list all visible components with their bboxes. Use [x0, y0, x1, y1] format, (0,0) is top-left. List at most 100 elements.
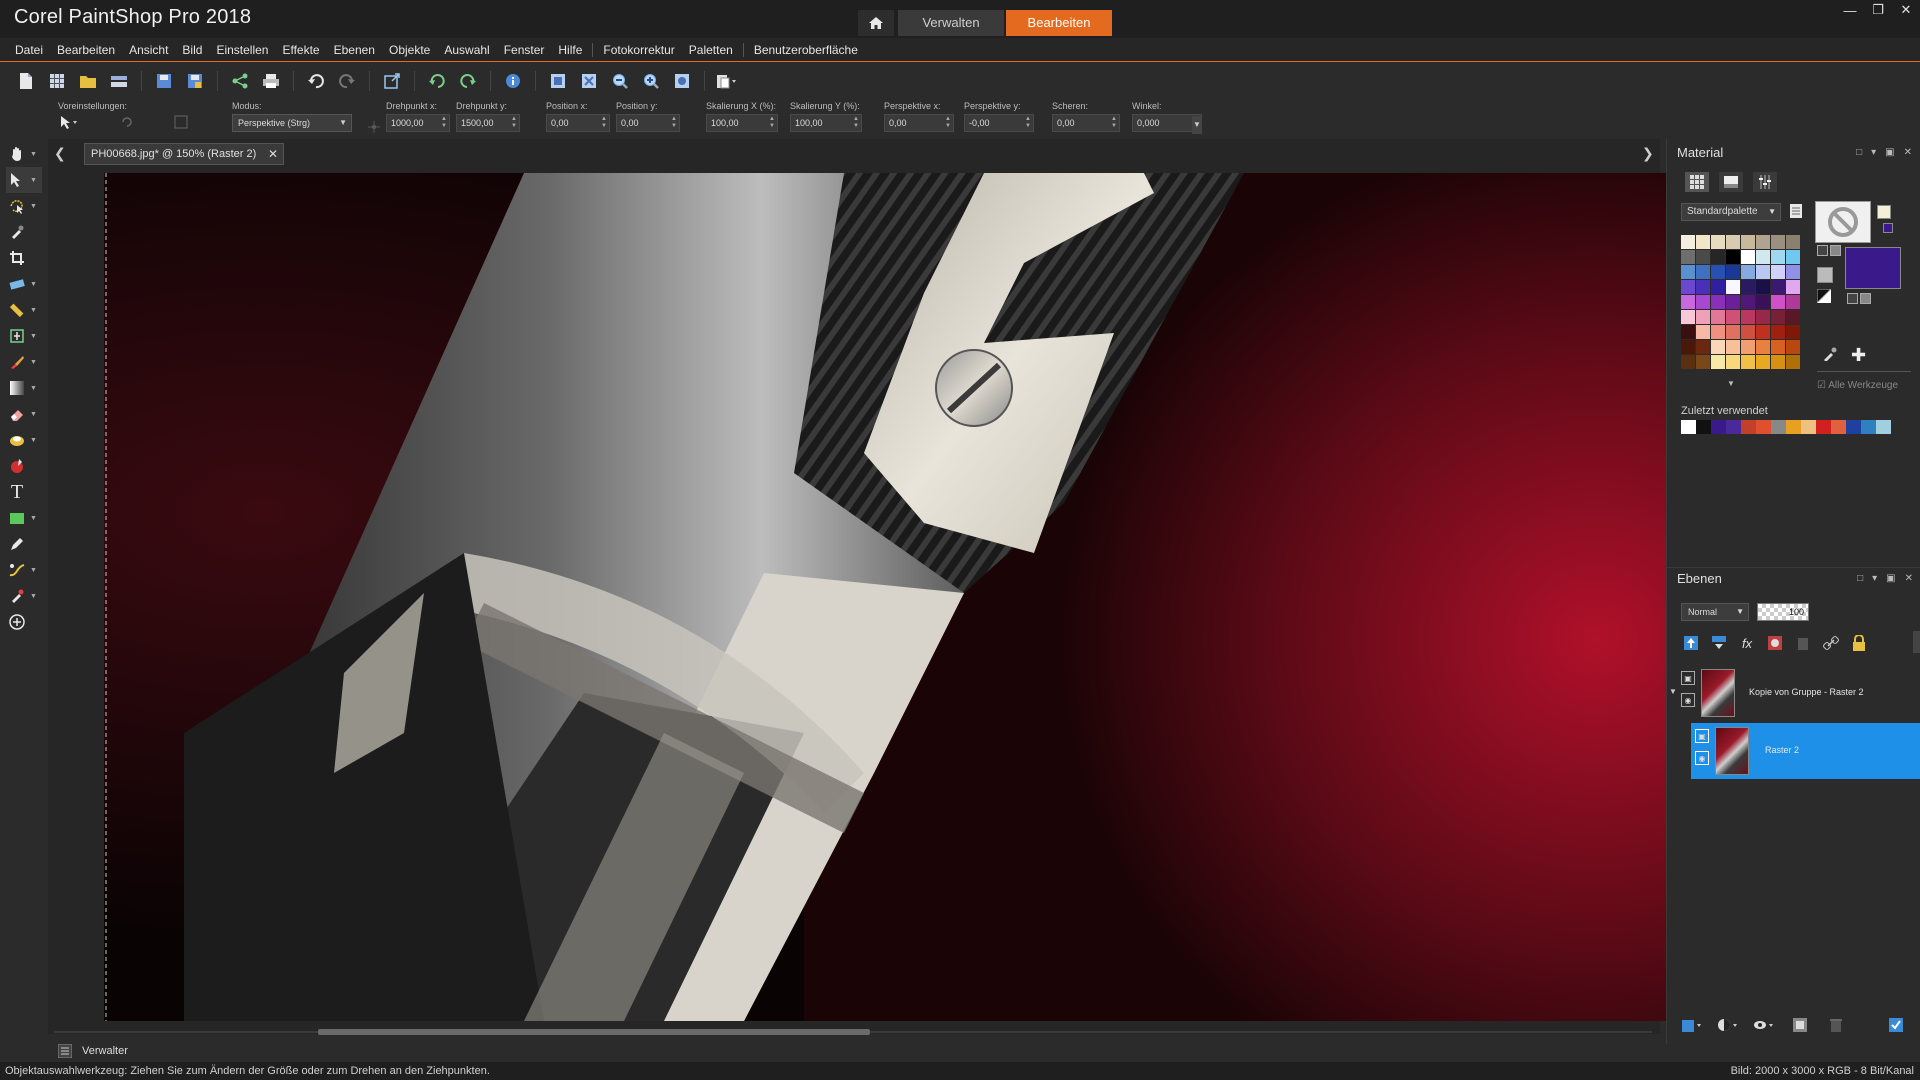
- visibility-icon[interactable]: ◉: [1695, 751, 1709, 765]
- color-swatch[interactable]: [1786, 250, 1800, 264]
- color-swatch[interactable]: [1786, 235, 1800, 249]
- spinner-icon[interactable]: ▲▼: [671, 116, 677, 130]
- new-raster-layer-icon[interactable]: [1681, 1015, 1703, 1035]
- color-swatch[interactable]: [1726, 310, 1740, 324]
- color-swatch[interactable]: [1711, 250, 1725, 264]
- tool-red-eye[interactable]: [6, 453, 42, 479]
- color-swatch[interactable]: [1726, 250, 1740, 264]
- style-icon[interactable]: [1847, 293, 1858, 304]
- position-x-input[interactable]: 0,00 ▲ ▼: [546, 114, 610, 132]
- recent-color-swatch[interactable]: [1681, 420, 1696, 434]
- grid-icon[interactable]: [45, 69, 69, 93]
- grid-snap-icon[interactable]: [174, 115, 188, 132]
- paste-icon[interactable]: [715, 69, 739, 93]
- color-tab[interactable]: [1719, 172, 1743, 192]
- recent-color-swatch[interactable]: [1696, 420, 1711, 434]
- color-swatch[interactable]: [1711, 235, 1725, 249]
- pivot-y-input[interactable]: 1500,00 ▲ ▼: [456, 114, 520, 132]
- color-swatch[interactable]: [1681, 235, 1695, 249]
- tab-bearbeiten[interactable]: Bearbeiten: [1006, 10, 1112, 36]
- recent-color-swatch[interactable]: [1876, 420, 1891, 434]
- maximize-icon[interactable]: □: [1856, 147, 1862, 158]
- pivot-x-input[interactable]: 1000,00 ▲ ▼: [386, 114, 450, 132]
- preset-pick-icon[interactable]: [58, 114, 80, 133]
- chevron-down-icon[interactable]: ▾: [1871, 147, 1876, 158]
- layer-row[interactable]: ▣ ◉ Raster 2: [1691, 723, 1920, 779]
- spinner-icon[interactable]: ▲▼: [1025, 116, 1031, 130]
- color-swatch[interactable]: [1771, 235, 1785, 249]
- image-canvas[interactable]: [104, 173, 1704, 1021]
- fit-window-icon[interactable]: [577, 69, 601, 93]
- center-pivot-icon[interactable]: [368, 121, 380, 136]
- menu-fenster[interactable]: Fenster: [497, 43, 552, 57]
- horizontal-scrollbar[interactable]: [54, 1027, 1652, 1037]
- color-swatch[interactable]: [1681, 355, 1695, 369]
- recent-color-swatch[interactable]: [1726, 420, 1741, 434]
- zoom-out-icon[interactable]: [608, 69, 632, 93]
- color-swatch[interactable]: [1741, 310, 1755, 324]
- new-icon[interactable]: [14, 69, 38, 93]
- dropper-icon[interactable]: [1823, 347, 1837, 364]
- color-swatch[interactable]: [1681, 325, 1695, 339]
- color-swatch[interactable]: [1741, 250, 1755, 264]
- recent-color-swatch[interactable]: [1711, 420, 1726, 434]
- fit-icon[interactable]: [546, 69, 570, 93]
- color-swatch[interactable]: [1711, 265, 1725, 279]
- color-swatch[interactable]: [1711, 295, 1725, 309]
- background-color-chip[interactable]: [1883, 223, 1893, 233]
- palette-menu-icon[interactable]: [1789, 203, 1803, 222]
- swap-colors-icon[interactable]: [1817, 267, 1833, 283]
- new-layer-icon[interactable]: [1681, 633, 1701, 653]
- color-swatch[interactable]: [1696, 355, 1710, 369]
- opacity-input[interactable]: 100: [1757, 603, 1809, 621]
- color-swatch[interactable]: [1741, 265, 1755, 279]
- layer-row[interactable]: ▼ ▣ ◉ Kopie von Gruppe - Raster 2: [1667, 665, 1920, 721]
- color-swatch[interactable]: [1741, 355, 1755, 369]
- menu-einstellen[interactable]: Einstellen: [209, 43, 275, 57]
- color-swatch[interactable]: [1696, 280, 1710, 294]
- color-swatch[interactable]: [1711, 355, 1725, 369]
- tool-shape[interactable]: ▼: [6, 505, 42, 531]
- recent-color-swatch[interactable]: [1846, 420, 1861, 434]
- tool-selection[interactable]: ▼: [6, 193, 42, 219]
- menu-hilfe[interactable]: Hilfe: [551, 43, 589, 57]
- color-swatch[interactable]: [1681, 340, 1695, 354]
- reset-colors-icon[interactable]: [1816, 288, 1833, 306]
- spinner-icon[interactable]: ▲▼: [769, 116, 775, 130]
- delete-layer-icon[interactable]: [1793, 633, 1813, 653]
- tool-straighten[interactable]: ▼: [6, 271, 42, 297]
- layer-down-icon[interactable]: [1709, 633, 1729, 653]
- color-swatch[interactable]: [1756, 295, 1770, 309]
- blend-mode-select[interactable]: Normal ▼: [1681, 603, 1749, 621]
- redo-icon[interactable]: [335, 69, 359, 93]
- menu-bearbeiten[interactable]: Bearbeiten: [50, 43, 122, 57]
- verwalter-button[interactable]: Verwalter: [52, 1042, 152, 1060]
- perspective-x-input[interactable]: 0,00 ▲ ▼: [884, 114, 954, 132]
- actual-size-icon[interactable]: [670, 69, 694, 93]
- scale-y-input[interactable]: 100,00 ▲ ▼: [790, 114, 862, 132]
- recent-color-swatch[interactable]: [1771, 420, 1786, 434]
- restore-icon[interactable]: ❐: [1870, 2, 1886, 18]
- maximize-icon[interactable]: □: [1857, 573, 1863, 584]
- mode-select[interactable]: Perspektive (Strg) ▼: [232, 114, 352, 132]
- menu-effekte[interactable]: Effekte: [275, 43, 326, 57]
- tool-clone[interactable]: ▼: [6, 583, 42, 609]
- menu-ebenen[interactable]: Ebenen: [327, 43, 382, 57]
- panel-scroll-handle[interactable]: [1913, 631, 1920, 653]
- mixer-tab[interactable]: [1753, 172, 1777, 192]
- tool-ruler[interactable]: ▼: [6, 297, 42, 323]
- color-swatch[interactable]: [1756, 325, 1770, 339]
- menu-objekte[interactable]: Objekte: [382, 43, 437, 57]
- tool-warp[interactable]: ▼: [6, 557, 42, 583]
- spinner-icon[interactable]: ▲▼: [1111, 116, 1117, 130]
- recent-color-swatch[interactable]: [1816, 420, 1831, 434]
- menu-bild[interactable]: Bild: [175, 43, 209, 57]
- mask-layer-icon[interactable]: [1753, 1015, 1775, 1035]
- adjustment-layer-icon[interactable]: [1717, 1015, 1739, 1035]
- menu-ansicht[interactable]: Ansicht: [122, 43, 175, 57]
- color-swatch[interactable]: [1756, 310, 1770, 324]
- spinner-icon[interactable]: ▲▼: [441, 116, 447, 130]
- visibility-icon[interactable]: ◉: [1681, 693, 1695, 707]
- palette-select[interactable]: Standardpalette ▼: [1681, 203, 1781, 221]
- minimize-icon[interactable]: —: [1842, 2, 1858, 18]
